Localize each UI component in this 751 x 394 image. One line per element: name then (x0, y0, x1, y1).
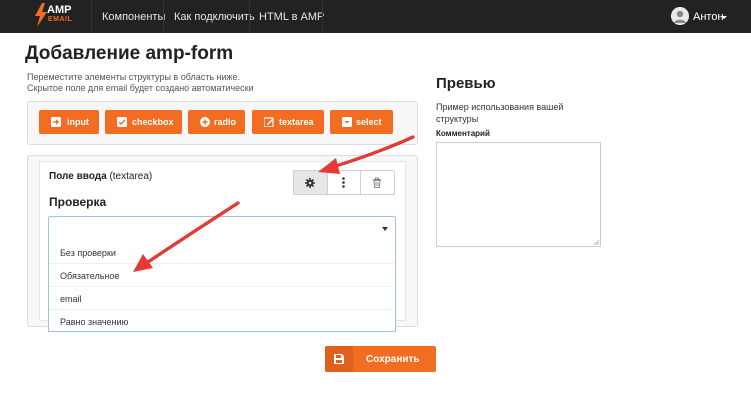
nav-divider (91, 0, 92, 33)
preview-field-label: Комментарий (436, 129, 490, 138)
dropdown-option[interactable]: Без проверки (60, 248, 116, 258)
option-divider (49, 309, 395, 310)
field-actions (293, 170, 395, 195)
field-title-type: (textarea) (109, 171, 153, 182)
brand-logo[interactable]: AMP EMAIL (34, 3, 80, 29)
field-title: Поле ввода (textarea) (49, 171, 152, 182)
preview-description: Пример использования вашей (436, 102, 564, 112)
hint-text: Скрытое поле для email будет создано авт… (27, 83, 254, 93)
palette-button-textarea[interactable]: textarea (252, 110, 324, 134)
palette-button-label: radio (214, 117, 237, 127)
nav-divider (249, 0, 250, 33)
preview-description: структуры (436, 114, 479, 124)
palette-button-label: input (67, 117, 89, 127)
top-navbar: AMP EMAIL Компоненты Как подключить HTML… (0, 0, 751, 33)
trash-icon (373, 177, 381, 188)
palette-button-select[interactable]: select (330, 110, 393, 134)
option-divider (49, 286, 395, 287)
arrow-right-icon (51, 117, 61, 127)
save-icon-container (325, 346, 353, 372)
hint-text: Переместите элементы структуры в область… (27, 72, 241, 82)
settings-button[interactable] (294, 171, 327, 194)
palette-button-label: select (356, 117, 382, 127)
select-icon (342, 117, 352, 127)
dropdown-option[interactable]: email (60, 294, 82, 304)
nav-divider (163, 0, 164, 33)
dropdown-option[interactable]: Равно значению (60, 317, 128, 327)
nav-link-html-to-amp[interactable]: HTML в AMP (259, 11, 324, 23)
resize-handle-icon[interactable] (593, 239, 599, 245)
palette-button-checkbox[interactable]: checkbox (105, 110, 182, 134)
user-name: Антон (693, 11, 724, 23)
page-title: Добавление amp-form (25, 43, 234, 64)
edit-icon (264, 117, 274, 127)
brand-email-text: EMAIL (48, 16, 73, 23)
palette-button-radio[interactable]: radio (188, 110, 245, 134)
gear-icon (305, 178, 315, 188)
lightning-bolt-icon (35, 3, 47, 27)
more-vertical-icon (342, 177, 345, 188)
radio-icon (200, 117, 210, 127)
palette-button-label: checkbox (132, 117, 174, 127)
avatar (671, 7, 689, 25)
checkbox-icon (117, 117, 127, 127)
preview-comment-textarea[interactable] (436, 142, 601, 247)
nav-link-components[interactable]: Компоненты (102, 11, 165, 23)
preview-title: Превью (436, 75, 496, 92)
caret-down-icon (382, 227, 388, 231)
save-button-label: Сохранить (366, 354, 420, 365)
palette-button-label: textarea (279, 117, 314, 127)
caret-down-icon (721, 16, 727, 19)
validation-label: Проверка (49, 195, 107, 209)
save-button[interactable]: Сохранить (325, 346, 436, 372)
delete-button[interactable] (361, 171, 394, 194)
floppy-disk-icon (334, 354, 344, 364)
option-divider (49, 263, 395, 264)
palette-button-input[interactable]: input (39, 110, 99, 134)
brand-amp-text: AMP (47, 4, 72, 16)
field-title-name: Поле ввода (49, 171, 107, 182)
nav-link-how-to-connect[interactable]: Как подключить (174, 11, 255, 23)
dropdown-option[interactable]: Обязательное (60, 271, 119, 281)
nav-divider (322, 0, 323, 33)
validation-select[interactable] (48, 216, 396, 240)
user-avatar-icon (671, 7, 689, 25)
more-button[interactable] (328, 171, 360, 194)
